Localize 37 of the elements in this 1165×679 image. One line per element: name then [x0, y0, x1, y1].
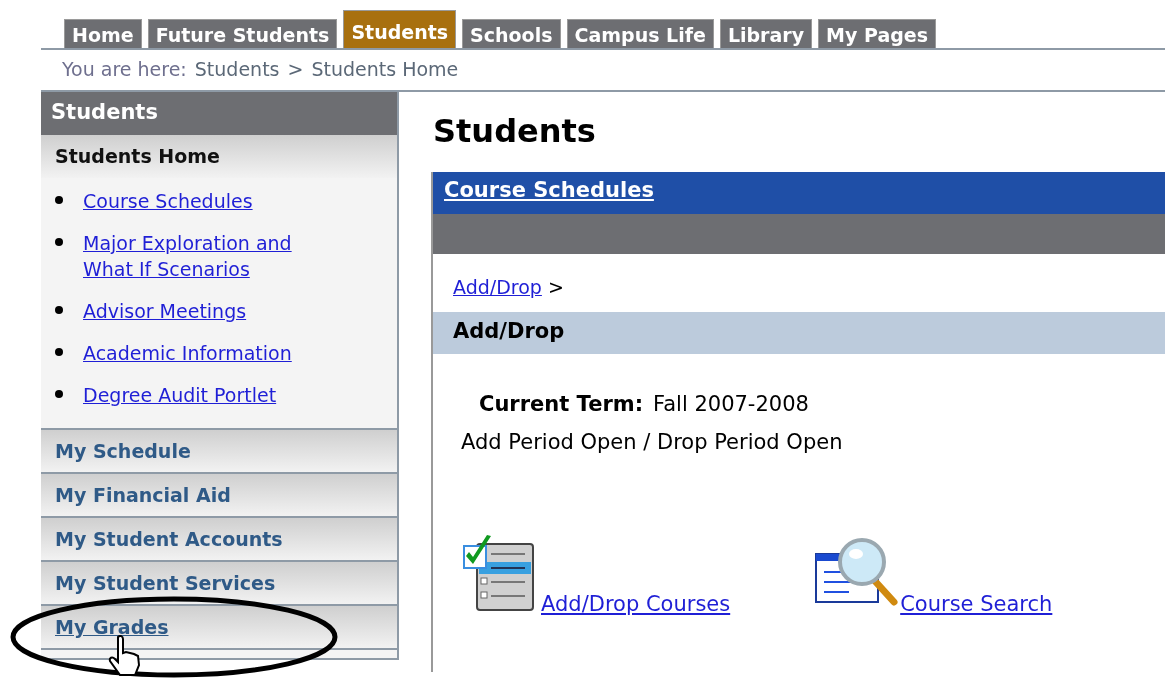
sidebar-item[interactable]: My Student Accounts	[41, 516, 397, 560]
nav-tab[interactable]: Students	[343, 10, 457, 48]
action-link[interactable]: Course Search	[814, 532, 1053, 612]
breadcrumb-item[interactable]: Students	[194, 58, 280, 80]
term-label: Current Term:	[479, 392, 644, 416]
breadcrumb-label: You are here:	[62, 58, 187, 80]
breadcrumb-item[interactable]: Students Home	[311, 58, 459, 80]
period-status: Add Period Open / Drop Period Open	[460, 429, 844, 454]
panel-title-link[interactable]: Course Schedules	[433, 172, 1165, 214]
nav-tab[interactable]: My Pages	[818, 19, 936, 48]
sidebar-link[interactable]: Academic Information	[83, 340, 343, 366]
nav-tab[interactable]: Future Students	[147, 19, 338, 48]
page-heading: Students	[433, 112, 597, 150]
bullet-icon	[55, 306, 63, 314]
breadcrumb-separator: >	[287, 58, 304, 80]
nav-tab[interactable]: Library	[719, 19, 813, 48]
bullet-icon	[55, 348, 63, 356]
sidebar-link[interactable]: Degree Audit Portlet	[83, 382, 343, 408]
sidebar-link[interactable]: Course Schedules	[83, 188, 343, 214]
crumb-link[interactable]: Add/Drop	[453, 276, 542, 298]
bullet-icon	[55, 196, 63, 204]
sidebar-title: Students	[41, 92, 397, 135]
sidebar-link[interactable]: Advisor Meetings	[83, 298, 343, 324]
nav-tab[interactable]: Campus Life	[566, 19, 714, 48]
term-value: Fall 2007-2008	[653, 392, 809, 416]
sidebar-item[interactable]: My Grades	[41, 604, 397, 648]
sidebar-item[interactable]: My Financial Aid	[41, 472, 397, 516]
nav-tab[interactable]: Home	[64, 19, 142, 48]
bullet-icon	[55, 390, 63, 398]
sidebar-item[interactable]: My Student Services	[41, 560, 397, 604]
sidebar-item[interactable]: My Schedule	[41, 428, 397, 472]
crumb-separator: >	[547, 276, 564, 298]
section-header: Add/Drop	[433, 312, 1165, 354]
sidebar-link[interactable]: Major Exploration and What If Scenarios	[83, 230, 343, 282]
nav-tab[interactable]: Schools	[462, 19, 561, 48]
sidebar-item[interactable]: Students Home	[41, 135, 397, 178]
bullet-icon	[55, 238, 63, 246]
